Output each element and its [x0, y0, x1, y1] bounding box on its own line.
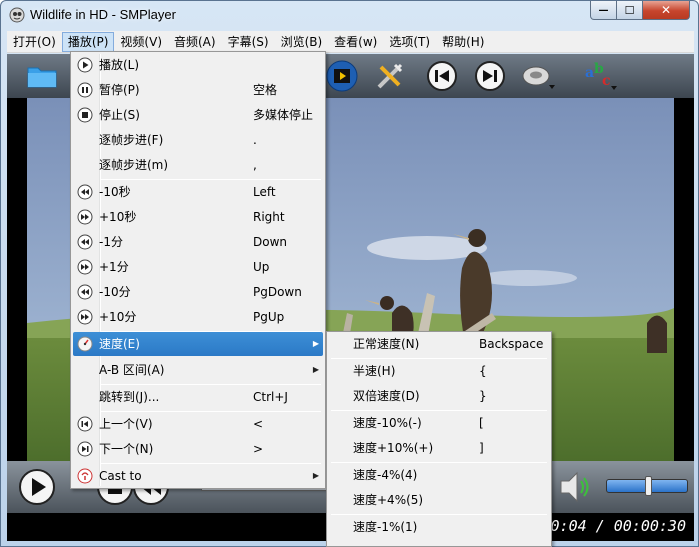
menu-item-cast-to[interactable]: Cast to ▶ [73, 464, 323, 488]
rewind-icon [77, 234, 93, 250]
close-button[interactable]: ✕ [642, 1, 690, 20]
menu-open[interactable]: 打开(O) [7, 32, 62, 52]
open-folder-icon[interactable] [25, 59, 59, 93]
menu-video[interactable]: 视频(V) [114, 32, 168, 52]
menu-item-ab-section[interactable]: A-B 区间(A) ▶ [73, 358, 323, 382]
menu-subtitles[interactable]: 字幕(S) [222, 32, 275, 52]
forward-icon [77, 259, 93, 275]
menu-item-rewind-10m[interactable]: -10分 PgDown [73, 280, 323, 304]
menu-play[interactable]: 播放(P) [61, 31, 115, 52]
menu-item-double-speed[interactable]: 双倍速度(D) } [329, 384, 549, 408]
speed-submenu: 正常速度(N) Backspace 半速(H) { 双倍速度(D) } 速度-1… [326, 331, 552, 547]
svg-text:c: c [602, 73, 611, 89]
tools-icon[interactable] [373, 59, 407, 93]
close-icon: ✕ [660, 3, 672, 17]
svg-text:a: a [585, 65, 594, 81]
rewind-icon [77, 284, 93, 300]
menu-item-forward-1m[interactable]: +1分 Up [73, 255, 323, 279]
play-icon [77, 57, 93, 73]
menu-item-rewind-10s[interactable]: -10秒 Left [73, 180, 323, 204]
menu-view[interactable]: 查看(w) [328, 32, 383, 52]
menu-item-speed-minus-4[interactable]: 速度-4%(4) [329, 463, 549, 487]
menu-item-rewind-1m[interactable]: -1分 Down [73, 230, 323, 254]
speed-icon [77, 336, 93, 352]
menu-item-next[interactable]: 下一个(N) > [73, 437, 323, 461]
menu-browse[interactable]: 浏览(B) [275, 32, 329, 52]
menu-item-previous[interactable]: 上一个(V) < [73, 412, 323, 436]
submenu-arrow-icon: ▶ [312, 365, 319, 374]
submenu-arrow-icon: ▶ [312, 471, 319, 480]
volume-slider-handle[interactable] [645, 476, 652, 496]
play-button[interactable] [17, 467, 57, 507]
window-title: Wildlife in HD - SMPlayer [30, 7, 176, 22]
maximize-button[interactable]: ☐ [616, 1, 643, 20]
menu-item-speed-plus-4[interactable]: 速度+4%(5) [329, 488, 549, 512]
menu-item-frame-step[interactable]: 逐帧步进(F) . [73, 128, 323, 152]
subtitle-icon[interactable]: a b c [583, 59, 617, 93]
smplayer-app-icon [9, 7, 25, 23]
next-icon [77, 441, 93, 457]
previous-icon[interactable] [425, 59, 459, 93]
menu-item-play[interactable]: 播放(L) [73, 53, 323, 77]
menu-item-jump-to[interactable]: 跳转到(J)... Ctrl+J [73, 385, 323, 409]
menu-item-pause[interactable]: 暂停(P) 空格 [73, 78, 323, 102]
menu-item-frame-back-step[interactable]: 逐帧步进(m) , [73, 153, 323, 177]
menu-item-speed-plus-10[interactable]: 速度+10%(+) ] [329, 436, 549, 460]
menu-item-speed-minus-10[interactable]: 速度-10%(-) [ [329, 411, 549, 435]
maximize-icon: ☐ [624, 3, 635, 17]
menu-item-forward-10m[interactable]: +10分 PgUp [73, 305, 323, 329]
menu-item-stop[interactable]: 停止(S) 多媒体停止 [73, 103, 323, 127]
previous-icon [77, 416, 93, 432]
play-menu: 播放(L) 暂停(P) 空格 停止(S) 多媒体停止 逐帧步进(F) . 逐帧步… [70, 51, 326, 489]
forward-icon [77, 209, 93, 225]
minimize-button[interactable]: — [590, 1, 617, 20]
menu-options[interactable]: 选项(T) [383, 32, 436, 52]
menu-item-speed[interactable]: 速度(E) ▶ [73, 332, 323, 356]
stop-icon [77, 107, 93, 123]
volume-icon[interactable] [557, 469, 591, 505]
video-clip-icon[interactable] [325, 59, 359, 93]
audio-icon[interactable] [521, 59, 555, 93]
title-bar[interactable]: Wildlife in HD - SMPlayer — ☐ ✕ [1, 1, 698, 29]
menu-item-normal-speed[interactable]: 正常速度(N) Backspace [329, 332, 549, 356]
menu-bar: 打开(O) 播放(P) 视频(V) 音频(A) 字幕(S) 浏览(B) 查看(w… [7, 31, 694, 53]
menu-item-forward-10s[interactable]: +10秒 Right [73, 205, 323, 229]
minimize-icon: — [598, 4, 609, 16]
menu-help[interactable]: 帮助(H) [436, 32, 490, 52]
forward-icon [77, 309, 93, 325]
pause-icon [77, 82, 93, 98]
cast-icon [77, 468, 93, 484]
rewind-icon [77, 184, 93, 200]
menu-item-half-speed[interactable]: 半速(H) { [329, 359, 549, 383]
menu-item-speed-minus-1[interactable]: 速度-1%(1) [329, 515, 549, 539]
volume-slider[interactable] [606, 476, 688, 496]
next-icon[interactable] [473, 59, 507, 93]
menu-audio[interactable]: 音频(A) [168, 32, 222, 52]
submenu-arrow-icon: ▶ [312, 339, 319, 348]
